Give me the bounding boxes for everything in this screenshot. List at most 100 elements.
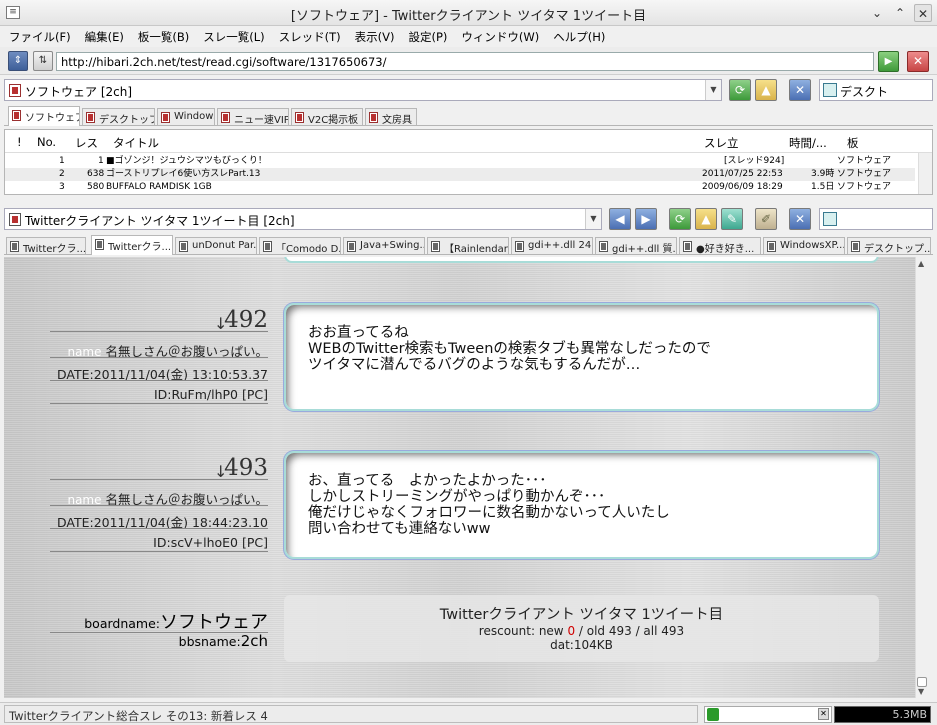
menu-thread[interactable]: スレッド(T) bbox=[270, 26, 346, 45]
close-icon[interactable]: ✕ bbox=[914, 4, 932, 22]
thread-list-header: ! No. レス タイトル スレ立 時間/... 板 bbox=[5, 130, 932, 153]
tab-thread[interactable]: Java+Swing... bbox=[343, 237, 425, 254]
divider bbox=[50, 528, 268, 529]
tab-board-software[interactable]: ソフトウェア bbox=[8, 106, 80, 126]
menu-boards[interactable]: 板一覧(B) bbox=[129, 26, 194, 45]
prev-icon[interactable]: ◀ bbox=[609, 208, 631, 230]
tab-board-v2c[interactable]: V2C掲示板 bbox=[291, 108, 363, 125]
thread-combo-label: Twitterクライアント ツイタマ 1ツイート目 [2ch] bbox=[25, 214, 295, 228]
search-icon bbox=[823, 212, 837, 226]
thread-icon bbox=[599, 241, 608, 252]
previous-post-bubble bbox=[284, 257, 879, 263]
chevron-down-icon[interactable]: ▼ bbox=[585, 209, 601, 229]
scroll-thumb[interactable] bbox=[917, 677, 927, 687]
thread-rescount: rescount: new 0 / old 493 / all 493 bbox=[478, 624, 685, 638]
next-icon[interactable]: ▶ bbox=[635, 208, 657, 230]
progress-bar bbox=[704, 706, 832, 723]
col-no[interactable]: No. bbox=[37, 135, 56, 149]
tab-thread[interactable]: 【Rainlendar】... bbox=[427, 237, 509, 254]
col-created[interactable]: スレ立 bbox=[704, 135, 739, 151]
divider bbox=[50, 380, 268, 381]
post-body: お、直ってる よかったよかった･･･ しかしストリーミングがやっぱり動かんぞ･･… bbox=[308, 473, 670, 537]
board-combo[interactable]: ソフトウェア [2ch] ▼ bbox=[4, 79, 722, 101]
board-icon bbox=[86, 112, 95, 123]
thread-icon bbox=[9, 213, 21, 226]
tab-thread[interactable]: gdi++.dll 24px bbox=[511, 237, 593, 254]
url-input[interactable]: http://hibari.2ch.net/test/read.cgi/soft… bbox=[56, 52, 874, 71]
board-search-input[interactable]: デスクト bbox=[819, 79, 933, 101]
table-row[interactable]: 2 638 ゴーストリプレイ6使い方スレPart.13 2011/07/25 2… bbox=[5, 168, 915, 181]
write-icon[interactable]: ✐ bbox=[755, 208, 777, 230]
network-icon bbox=[707, 708, 719, 721]
tab-thread[interactable]: デスクトップ... bbox=[847, 237, 931, 254]
tab-thread[interactable]: ●好き好き... bbox=[679, 237, 761, 254]
thread-footer: boardname:ソフトウェア bbsname:2ch Twitterクライア… bbox=[4, 590, 915, 670]
up-arrow-icon[interactable]: ▲ bbox=[755, 79, 777, 101]
menu-window[interactable]: ウィンドウ(W) bbox=[452, 26, 544, 45]
post-number[interactable]: 492 bbox=[214, 307, 268, 333]
thread-info-title: Twitterクライアント ツイタマ 1ツイート目 bbox=[439, 607, 724, 623]
scroll-up-icon[interactable]: ▲ bbox=[918, 259, 924, 268]
tab-board-windows[interactable]: Windows bbox=[157, 108, 215, 125]
divider bbox=[50, 357, 268, 358]
post-id[interactable]: ID:RuFm/lhP0 [PC] bbox=[50, 387, 268, 402]
menu-file[interactable]: ファイル(F) bbox=[0, 26, 76, 45]
chevron-up-icon[interactable]: ⌃ bbox=[891, 4, 909, 22]
tab-thread[interactable]: 「Comodo D... bbox=[259, 237, 341, 254]
menu-view[interactable]: 表示(V) bbox=[346, 26, 400, 45]
board-combo-label: ソフトウェア [2ch] bbox=[25, 85, 133, 99]
thread-tabs: Twitterクラ... Twitterクラ... unDonut Par...… bbox=[4, 235, 933, 255]
thread-content[interactable]: ↓ 492 name 名無しさん＠お腹いっぱい。 DATE:2011/11/04… bbox=[4, 257, 915, 698]
post-id[interactable]: ID:scV+lhoE0 [PC] bbox=[50, 535, 268, 550]
refresh-icon[interactable]: ⟳ bbox=[669, 208, 691, 230]
menu-bar: ファイル(F) 編集(E) 板一覧(B) スレ一覧(L) スレッド(T) 表示(V) 設定(… bbox=[0, 26, 937, 46]
post-bubble: おお直ってるね WEBのTwitter検索もTweenの検索タブも異常なしだった… bbox=[284, 303, 879, 411]
go-button[interactable]: ▶ bbox=[878, 51, 899, 72]
scroll-down-icon[interactable]: ▼ bbox=[918, 687, 924, 696]
table-row[interactable]: 1 1 ■ゴゾンジ！ジュウシマツもびっくり！ [スレッド924] ソフトウェア bbox=[5, 155, 915, 168]
expand-icon[interactable]: ⇕ bbox=[8, 51, 28, 71]
chevron-down-icon[interactable]: ▼ bbox=[705, 80, 721, 100]
tab-thread[interactable]: unDonut Par... bbox=[175, 237, 257, 254]
tab-thread[interactable]: WindowsXP... bbox=[763, 237, 845, 254]
tab-board-vip[interactable]: ニュー速VIP bbox=[217, 108, 289, 125]
tab-thread-active[interactable]: Twitterクラ... bbox=[91, 235, 173, 255]
menu-edit[interactable]: 編集(E) bbox=[76, 26, 129, 45]
thread-search-input[interactable] bbox=[819, 208, 933, 230]
tab-board-stationery[interactable]: 文房具 bbox=[365, 108, 417, 125]
up-arrow-icon[interactable]: ▲ bbox=[695, 208, 717, 230]
post-number[interactable]: 493 bbox=[214, 455, 268, 481]
menu-settings[interactable]: 設定(P) bbox=[399, 26, 452, 45]
close-board-icon[interactable]: ✕ bbox=[789, 79, 811, 101]
thread-combo[interactable]: Twitterクライアント ツイタマ 1ツイート目 [2ch] ▼ bbox=[4, 208, 602, 230]
thread-list: ! No. レス タイトル スレ立 時間/... 板 1 1 ■ゴゾンジ！ジュウ… bbox=[4, 129, 933, 195]
divider bbox=[50, 479, 268, 480]
updown-icon[interactable]: ⇅ bbox=[33, 51, 53, 71]
thread-icon bbox=[10, 241, 19, 252]
tab-board-desktop[interactable]: デスクトップ bbox=[82, 108, 155, 125]
col-board[interactable]: 板 bbox=[847, 135, 859, 151]
table-row[interactable]: 3 580 BUFFALO RAMDISK 1GB 2009/06/09 18:… bbox=[5, 181, 915, 194]
thread-icon bbox=[95, 239, 104, 250]
thread-icon bbox=[263, 241, 272, 252]
col-mark[interactable]: ! bbox=[17, 135, 22, 149]
menu-threads[interactable]: スレ一覧(L) bbox=[194, 26, 269, 45]
tab-thread[interactable]: Twitterクラ... bbox=[6, 237, 86, 254]
col-res[interactable]: レス bbox=[75, 135, 98, 151]
chevron-down-icon[interactable]: ⌄ bbox=[868, 4, 886, 22]
col-time[interactable]: 時間/... bbox=[789, 135, 827, 151]
stop-button[interactable]: ✕ bbox=[907, 51, 929, 72]
col-title[interactable]: タイトル bbox=[113, 135, 159, 151]
bbsname: bbsname:2ch bbox=[178, 632, 268, 650]
edit-icon[interactable]: ✎ bbox=[721, 208, 743, 230]
refresh-icon[interactable]: ⟳ bbox=[729, 79, 751, 101]
thread-toolbar: Twitterクライアント ツイタマ 1ツイート目 [2ch] ▼ ◀ ▶ ⟳ … bbox=[4, 208, 933, 232]
menu-help[interactable]: ヘルプ(H) bbox=[544, 26, 610, 45]
close-icon[interactable]: ✕ bbox=[818, 708, 829, 720]
board-tabs: ソフトウェア デスクトップ Windows ニュー速VIP V2C掲示板 文房具 bbox=[4, 106, 933, 126]
content-scrollbar[interactable]: ▲ ▼ bbox=[915, 257, 929, 698]
close-thread-icon[interactable]: ✕ bbox=[789, 208, 811, 230]
board-icon bbox=[369, 112, 378, 123]
thread-list-scrollbar[interactable] bbox=[918, 153, 932, 194]
tab-thread[interactable]: gdi++.dll 質... bbox=[595, 237, 677, 254]
